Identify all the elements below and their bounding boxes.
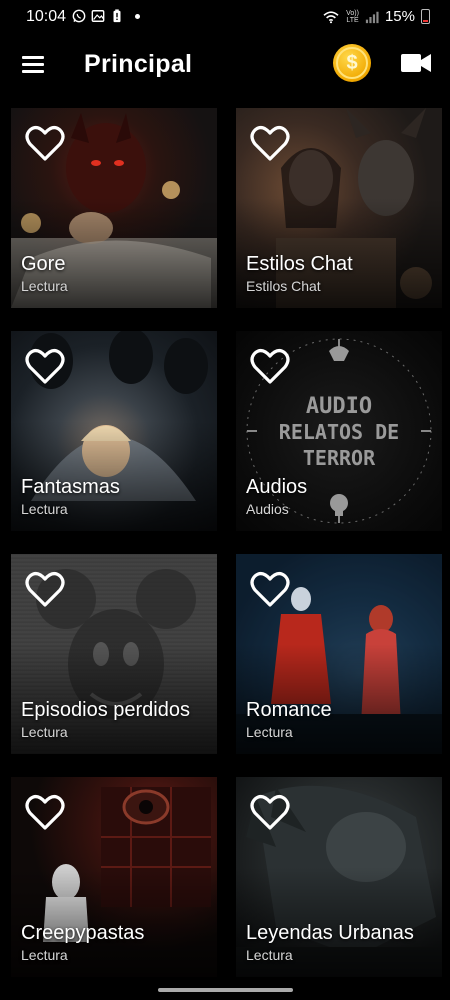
favorite-heart-icon[interactable]	[25, 347, 65, 385]
status-bar: 10:04 Vo)) LTE 15%	[0, 0, 450, 34]
battery-alert-icon	[113, 9, 121, 23]
category-card-gore[interactable]: Gore Lectura	[11, 108, 217, 308]
system-icons: Vo)) LTE 15%	[322, 8, 430, 25]
card-subtitle: Lectura	[21, 724, 68, 740]
favorite-heart-icon[interactable]	[250, 570, 290, 608]
category-card-fantasmas[interactable]: Fantasmas Lectura	[11, 331, 217, 531]
favorite-heart-icon[interactable]	[250, 347, 290, 385]
category-card-creepypastas[interactable]: Creepypastas Lectura	[11, 777, 217, 977]
home-indicator[interactable]	[158, 988, 293, 992]
signal-icon	[365, 11, 379, 23]
volte-indicator: Vo)) LTE	[346, 9, 359, 24]
card-subtitle: Audios	[246, 501, 289, 517]
card-subtitle: Lectura	[21, 947, 68, 963]
card-title: Fantasmas	[21, 476, 120, 498]
coin-symbol: $	[346, 51, 358, 74]
card-title: Gore	[21, 253, 66, 275]
card-title: Romance	[246, 699, 332, 721]
card-subtitle: Lectura	[246, 724, 293, 740]
card-title: Estilos Chat	[246, 253, 353, 275]
status-time: 10:04	[26, 8, 67, 25]
card-subtitle: Lectura	[21, 501, 68, 517]
hamburger-menu-icon[interactable]	[22, 56, 44, 74]
category-card-audios[interactable]: AUDIO RELATOS DE TERROR Audios Audios	[236, 331, 442, 531]
card-subtitle: Lectura	[21, 278, 68, 294]
card-title: Audios	[246, 476, 308, 498]
wifi-icon	[323, 10, 339, 23]
card-title: Episodios perdidos	[21, 699, 190, 721]
card-title: Creepypastas	[21, 922, 145, 944]
page-title: Principal	[84, 50, 193, 78]
battery-icon	[421, 9, 430, 24]
dollar-coin-icon[interactable]: $	[333, 44, 371, 82]
card-subtitle: Lectura	[246, 947, 293, 963]
favorite-heart-icon[interactable]	[25, 124, 65, 162]
video-camera-icon[interactable]	[401, 53, 431, 73]
favorite-heart-icon[interactable]	[25, 793, 65, 831]
favorite-heart-icon[interactable]	[250, 793, 290, 831]
whatsapp-icon	[72, 9, 86, 23]
app-bar: Principal $	[0, 34, 450, 98]
battery-percent: 15%	[384, 8, 415, 25]
card-title: Leyendas Urbanas	[246, 922, 414, 944]
category-card-episodios-perdidos[interactable]: Episodios perdidos Lectura	[11, 554, 217, 754]
favorite-heart-icon[interactable]	[25, 570, 65, 608]
category-card-estilos-chat[interactable]: Estilos Chat Estilos Chat	[236, 108, 442, 308]
category-card-romance[interactable]: Romance Lectura	[236, 554, 442, 754]
favorite-heart-icon[interactable]	[250, 124, 290, 162]
category-card-leyendas-urbanas[interactable]: Leyendas Urbanas Lectura	[236, 777, 442, 977]
notification-icons	[72, 9, 140, 23]
more-notifications-dot	[135, 13, 140, 19]
gallery-icon	[91, 10, 105, 22]
card-subtitle: Estilos Chat	[246, 278, 321, 294]
